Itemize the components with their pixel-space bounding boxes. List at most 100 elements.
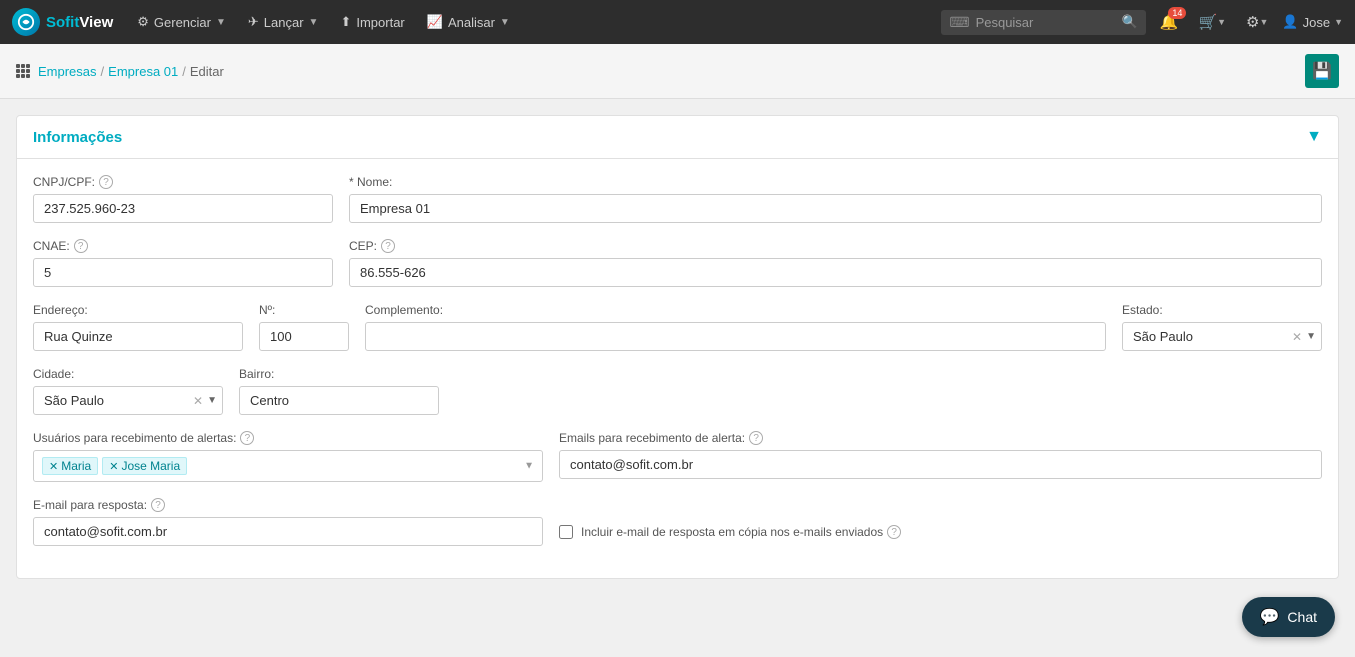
bairro-input[interactable] [239,386,439,415]
search-icon[interactable]: 🔍 [1122,14,1138,30]
email-resposta-input[interactable] [33,517,543,546]
user-menu[interactable]: 👤 Jose ▼ [1282,14,1343,30]
cnpj-help-icon[interactable]: ? [99,175,113,189]
cidade-label: Cidade: [33,367,223,381]
nome-label: * Nome: [349,175,1322,189]
emails-alerta-group: Emails para recebimento de alerta: ? [559,431,1322,479]
search-input[interactable] [976,15,1116,30]
estado-label: Estado: [1122,303,1322,317]
breadcrumb-bar: Empresas / Empresa 01 / Editar 💾 [0,44,1355,99]
chat-button[interactable]: 💬 Chat [1242,597,1336,637]
app-logo[interactable]: Sofit View [12,8,113,36]
cnpj-label: CNPJ/CPF: ? [33,175,333,189]
cart-button[interactable]: 🛒 ▼ [1192,9,1232,35]
complemento-label: Complemento: [365,303,1106,317]
cnae-help-icon[interactable]: ? [74,239,88,253]
nav-right: ⌨ 🔍 🔔 14 🛒 ▼ ⚙ ▼ 👤 Jose ▼ [941,9,1343,35]
breadcrumb-empresa01[interactable]: Empresa 01 [108,64,178,79]
estado-group: Estado: São Paulo ✕ ▼ [1122,303,1322,351]
cnae-group: CNAE: ? [33,239,333,287]
save-icon: 💾 [1312,61,1332,81]
form-row-5: Usuários para recebimento de alertas: ? … [33,431,1322,482]
remove-jose-maria-icon[interactable]: ✕ [109,460,118,473]
breadcrumb: Empresas / Empresa 01 / Editar [16,64,224,79]
notification-badge: 14 [1168,7,1186,19]
remove-maria-icon[interactable]: ✕ [49,460,58,473]
include-copy-checkbox[interactable] [559,525,573,539]
search-box: ⌨ 🔍 [941,10,1145,35]
save-button[interactable]: 💾 [1305,54,1339,88]
breadcrumb-editar: Editar [190,64,224,79]
importar-icon: ⬆ [340,14,351,30]
user-icon: 👤 [1282,14,1298,30]
chevron-down-icon: ▼ [1217,17,1226,27]
notification-button[interactable]: 🔔 14 [1154,9,1185,35]
email-resposta-label: E-mail para resposta: ? [33,498,543,512]
user-label: Jose [1303,15,1330,30]
complemento-input[interactable] [365,322,1106,351]
endereco-group: Endereço: [33,303,243,351]
main-content: Informações ▼ CNPJ/CPF: ? * Nome: [0,99,1355,595]
nav-analisar[interactable]: 📈 Analisar ▼ [417,8,520,36]
collapse-button[interactable]: ▼ [1306,128,1322,146]
include-copy-help-icon[interactable]: ? [887,525,901,539]
tag-jose-maria-label: Jose Maria [121,459,180,473]
include-copy-row: Incluir e-mail de resposta em cópia nos … [559,525,1322,539]
chevron-down-icon: ▼ [1334,17,1343,27]
nav-gerenciar[interactable]: ⚙ Gerenciar ▼ [127,8,236,36]
grid-icon[interactable] [16,64,30,78]
email-resposta-help-icon[interactable]: ? [151,498,165,512]
chevron-down-icon: ▼ [216,17,226,28]
bairro-group: Bairro: [239,367,439,415]
cep-group: CEP: ? [349,239,1322,287]
cnae-input[interactable] [33,258,333,287]
nav-menu: ⚙ Gerenciar ▼ ✈ Lançar ▼ ⬆ Importar 📈 An… [127,8,937,36]
tag-maria-label: Maria [61,459,91,473]
bairro-label: Bairro: [239,367,439,381]
nome-group: * Nome: [349,175,1322,223]
cidade-clear-icon[interactable]: ✕ [193,394,203,408]
emails-help-icon[interactable]: ? [749,431,763,445]
complemento-group: Complemento: [365,303,1106,351]
tag-maria: ✕ Maria [42,457,98,475]
chat-label: Chat [1287,609,1317,625]
cep-input[interactable] [349,258,1322,287]
usuarios-tags-input[interactable]: ✕ Maria ✕ Jose Maria ▼ [33,450,543,482]
no-group: Nº: [259,303,349,351]
card-body: CNPJ/CPF: ? * Nome: CNAE: ? [17,159,1338,578]
chevron-down-icon: ▼ [309,17,319,28]
form-row-2: CNAE: ? CEP: ? [33,239,1322,287]
nav-importar-label: Importar [356,15,404,30]
breadcrumb-separator: / [101,64,105,79]
usuarios-group: Usuários para recebimento de alertas: ? … [33,431,543,482]
chevron-down-icon: ▼ [1260,17,1269,27]
estado-clear-icon[interactable]: ✕ [1292,330,1302,344]
nav-importar[interactable]: ⬆ Importar [330,8,414,36]
chevron-down-icon: ▼ [500,17,510,28]
gerenciar-icon: ⚙ [137,14,149,30]
nav-lancar-label: Lançar [264,15,304,30]
lancar-icon: ✈ [248,14,259,30]
include-copy-label[interactable]: Incluir e-mail de resposta em cópia nos … [581,525,901,539]
breadcrumb-empresas[interactable]: Empresas [38,64,97,79]
usuarios-label: Usuários para recebimento de alertas: ? [33,431,543,445]
no-input[interactable] [259,322,349,351]
form-row-1: CNPJ/CPF: ? * Nome: [33,175,1322,223]
nome-input[interactable] [349,194,1322,223]
analisar-icon: 📈 [427,14,443,30]
nav-gerenciar-label: Gerenciar [154,15,211,30]
settings-button[interactable]: ⚙ ▼ [1240,9,1274,35]
breadcrumb-separator: / [182,64,186,79]
cnpj-input[interactable] [33,194,333,223]
cep-label: CEP: ? [349,239,1322,253]
endereco-input[interactable] [33,322,243,351]
nav-lancar[interactable]: ✈ Lançar ▼ [238,8,329,36]
chat-icon: 💬 [1260,607,1280,627]
no-label: Nº: [259,303,349,317]
cnae-label: CNAE: ? [33,239,333,253]
cep-help-icon[interactable]: ? [381,239,395,253]
usuarios-help-icon[interactable]: ? [240,431,254,445]
cidade-group: Cidade: São Paulo ✕ ▼ [33,367,223,415]
keyboard-icon: ⌨ [949,14,969,31]
emails-alerta-input[interactable] [559,450,1322,479]
